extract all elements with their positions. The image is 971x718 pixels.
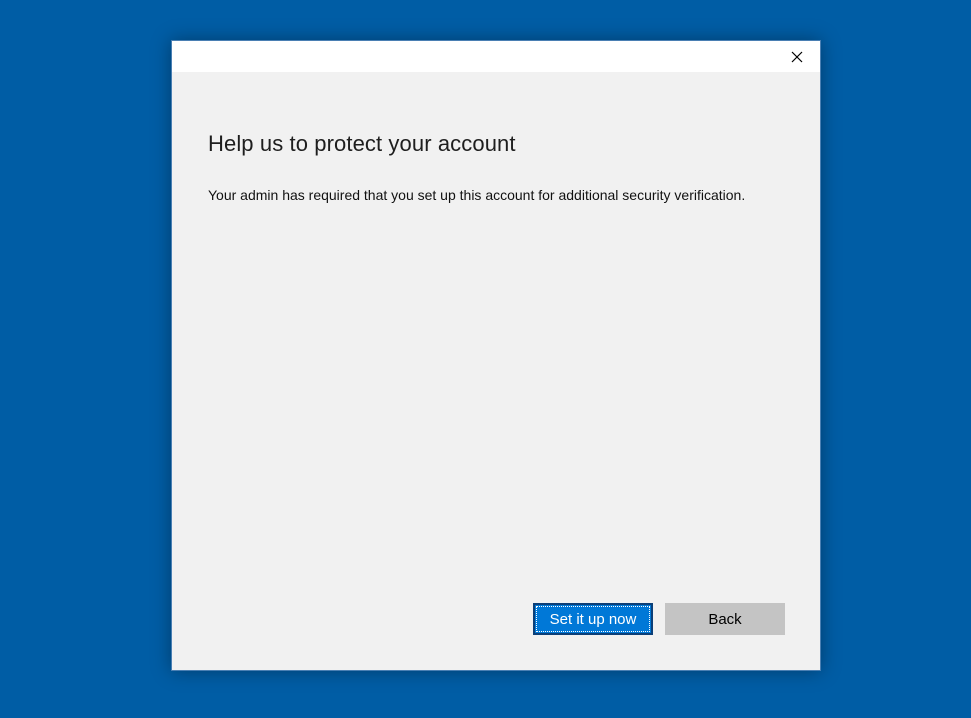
close-button[interactable]	[774, 41, 820, 72]
security-verification-dialog: Help us to protect your account Your adm…	[171, 40, 821, 671]
title-bar	[172, 41, 820, 72]
close-icon	[791, 51, 803, 63]
instruction-text: Your admin has required that you set up …	[208, 187, 746, 203]
back-button[interactable]: Back	[665, 603, 785, 635]
set-it-up-now-button[interactable]: Set it up now	[533, 603, 653, 635]
page-title: Help us to protect your account	[208, 131, 516, 156]
